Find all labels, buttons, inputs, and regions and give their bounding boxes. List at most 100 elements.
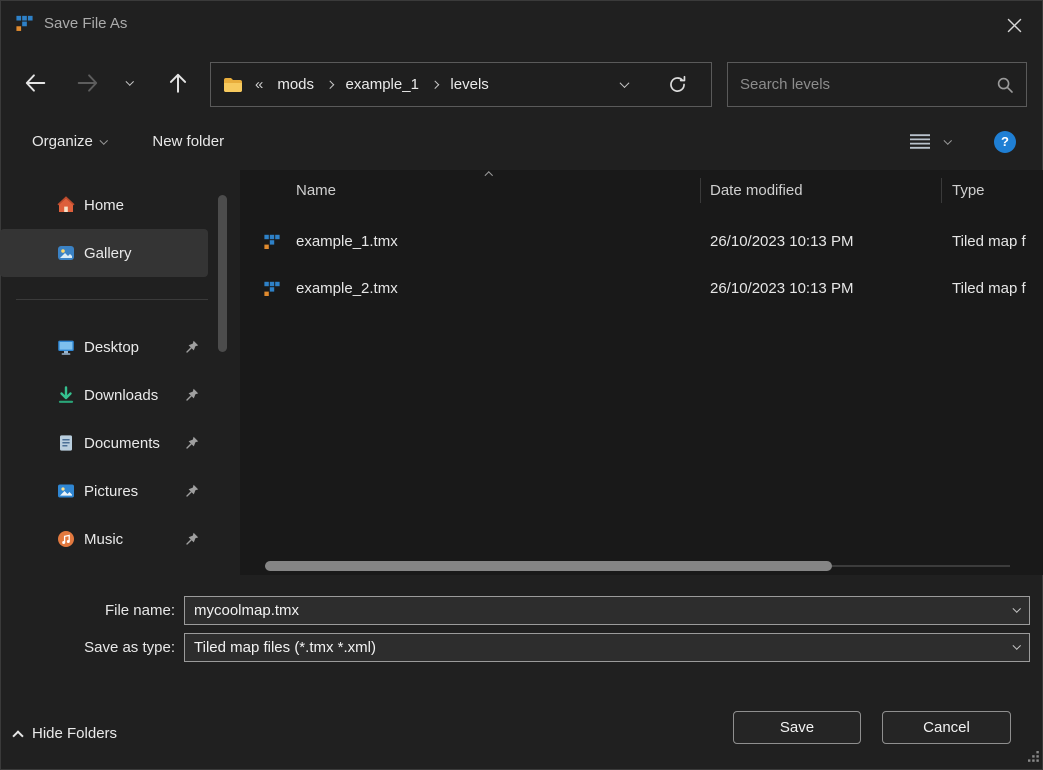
breadcrumb-segment-levels[interactable]: levels [448, 74, 490, 95]
pin-icon[interactable] [184, 387, 200, 403]
address-dropdown-button[interactable] [619, 78, 630, 89]
pictures-icon [56, 481, 76, 501]
file-name: example_1.tmx [296, 233, 398, 250]
dialog-footer: Hide Folders Save Cancel [0, 700, 1043, 770]
sidebar-item-documents[interactable]: Documents [0, 419, 208, 467]
file-date-modified: 26/10/2023 10:13 PM [710, 233, 854, 250]
sidebar-item-label: Desktop [84, 338, 140, 356]
address-bar[interactable]: « mods example_1 levels [210, 62, 712, 107]
help-button[interactable]: ? [994, 130, 1016, 153]
search-input[interactable] [728, 76, 996, 93]
pin-icon[interactable] [184, 339, 200, 355]
file-type: Tiled map f [952, 233, 1026, 250]
breadcrumb-segment-example-1[interactable]: example_1 [344, 74, 421, 95]
file-type: Tiled map f [952, 280, 1026, 297]
chevron-right-icon [430, 80, 439, 89]
main-area: Home Gallery Desktop Downloads Documents… [0, 170, 1043, 575]
horizontal-scrollbar-thumb[interactable] [265, 561, 832, 571]
help-glyph: ? [1001, 134, 1009, 149]
hide-folders-button[interactable]: Hide Folders [12, 718, 118, 748]
list-header: Name Date modified Type [240, 170, 1043, 210]
back-arrow-icon [25, 74, 46, 92]
chevron-down-icon [126, 77, 134, 86]
cancel-button[interactable]: Cancel [882, 711, 1011, 744]
sidebar-item-music[interactable]: Music [0, 515, 208, 563]
downloads-icon [56, 385, 76, 405]
view-button[interactable] [909, 133, 931, 150]
sidebar-item-label: Documents [84, 434, 160, 452]
forward-arrow-icon [77, 74, 98, 92]
command-toolbar: Organize New folder ? [0, 113, 1043, 170]
sidebar-divider [16, 299, 208, 300]
tiled-app-icon [16, 15, 33, 32]
sidebar-item-downloads[interactable]: Downloads [0, 371, 208, 419]
file-row[interactable]: example_1.tmx 26/10/2023 10:13 PM Tiled … [240, 218, 1043, 265]
save-as-type-label: Save as type: [84, 638, 175, 656]
window-title: Save File As [44, 15, 128, 32]
save-as-type-row: Save as type: Tiled map files (*.tmx *.x… [0, 632, 1043, 662]
sidebar-item-label: Downloads [84, 386, 159, 404]
navigation-pane: Home Gallery Desktop Downloads Documents… [0, 170, 238, 575]
file-name: example_2.tmx [296, 280, 398, 297]
column-separator[interactable] [700, 178, 701, 203]
column-header-date-modified[interactable]: Date modified [710, 182, 952, 199]
desktop-icon [56, 337, 76, 357]
music-icon [56, 529, 76, 549]
chevron-down-icon [619, 78, 630, 89]
sort-ascending-icon [484, 171, 493, 180]
home-icon [56, 195, 76, 215]
column-header-name[interactable]: Name [296, 182, 710, 199]
file-name-row: File name: [0, 595, 1043, 625]
gallery-icon [56, 243, 76, 263]
close-button[interactable] [995, 10, 1033, 40]
search-icon [996, 76, 1014, 94]
horizontal-scrollbar[interactable] [265, 561, 1010, 571]
save-button[interactable]: Save [733, 711, 861, 744]
chevron-down-icon[interactable] [1012, 603, 1021, 612]
tiled-file-icon [264, 281, 296, 297]
file-rows: example_1.tmx 26/10/2023 10:13 PM Tiled … [240, 218, 1043, 312]
refresh-icon [670, 75, 686, 92]
back-button[interactable] [18, 66, 52, 100]
organize-label: Organize [32, 133, 93, 150]
pin-icon[interactable] [184, 435, 200, 451]
breadcrumb-segment-mods[interactable]: mods [275, 74, 316, 95]
recent-locations-button[interactable] [118, 66, 142, 100]
file-date-modified: 26/10/2023 10:13 PM [710, 280, 854, 297]
sidebar-item-label: Gallery [84, 244, 132, 262]
save-form: File name: Save as type: Tiled map files… [0, 575, 1043, 700]
breadcrumb-overflow[interactable]: « [253, 74, 265, 95]
pin-icon[interactable] [184, 483, 200, 499]
column-header-type[interactable]: Type [952, 182, 1043, 199]
forward-button[interactable] [71, 66, 105, 100]
pin-icon[interactable] [184, 531, 200, 547]
navigation-bar: « mods example_1 levels [0, 48, 1043, 113]
file-name-input[interactable] [194, 601, 1003, 619]
sidebar-scrollbar[interactable] [218, 195, 227, 352]
new-folder-button[interactable]: New folder [152, 133, 224, 150]
sidebar-item-label: Home [84, 196, 125, 214]
chevron-down-icon [1012, 640, 1021, 649]
title-bar: Save File As [0, 0, 1043, 48]
save-as-type-value: Tiled map files (*.tmx *.xml) [194, 638, 376, 656]
sidebar-item-home[interactable]: Home [0, 181, 208, 229]
refresh-button[interactable] [668, 75, 687, 94]
sidebar-item-label: Music [84, 530, 124, 548]
documents-icon [56, 433, 76, 453]
column-separator[interactable] [941, 178, 942, 203]
list-view-icon [909, 134, 930, 149]
save-as-type-select[interactable]: Tiled map files (*.tmx *.xml) [184, 632, 1030, 662]
new-folder-label: New folder [152, 133, 225, 150]
view-dropdown-button[interactable] [943, 136, 952, 145]
hide-folders-label: Hide Folders [32, 724, 118, 742]
resize-grip[interactable] [1027, 750, 1040, 768]
file-row[interactable]: example_2.tmx 26/10/2023 10:13 PM Tiled … [240, 265, 1043, 312]
up-arrow-icon [169, 73, 187, 93]
file-name-label: File name: [104, 601, 175, 619]
organize-button[interactable]: Organize [32, 133, 108, 150]
chevron-down-icon [99, 136, 108, 144]
sidebar-item-desktop[interactable]: Desktop [0, 323, 208, 371]
sidebar-item-pictures[interactable]: Pictures [0, 467, 208, 515]
sidebar-item-gallery[interactable]: Gallery [0, 229, 208, 277]
up-button[interactable] [161, 66, 195, 100]
